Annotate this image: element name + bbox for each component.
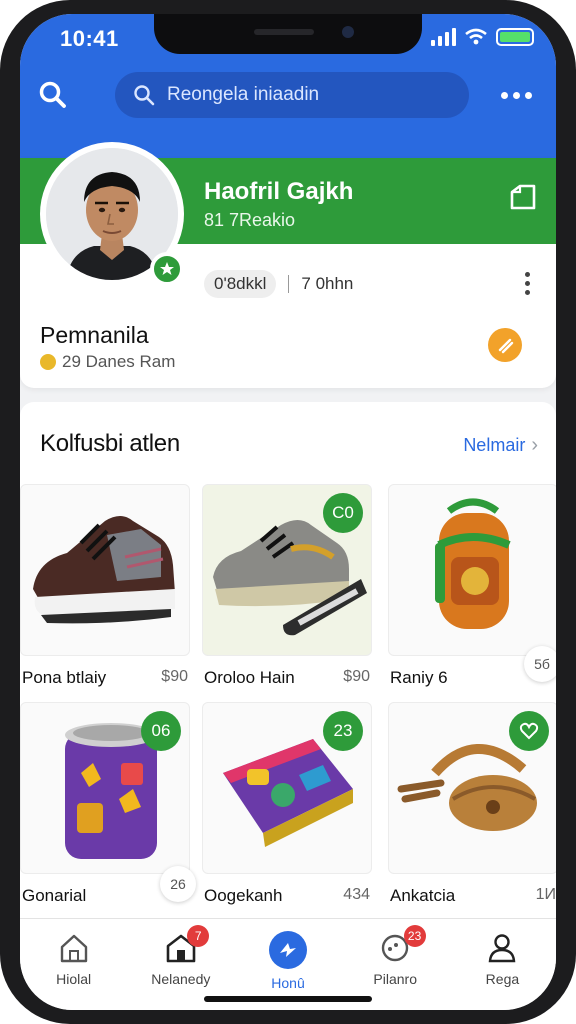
phone-frame: 10:41 Reongela iniaadin Haofril Gajkh 81… <box>0 0 576 1024</box>
nav-item-profile[interactable]: Rega <box>449 919 556 1010</box>
search-field-icon <box>134 85 155 106</box>
product-image-bag <box>435 498 511 629</box>
profile-subtitle: 81 7Reakio <box>204 210 296 230</box>
house-icon <box>60 934 87 963</box>
status-icons <box>431 28 534 46</box>
section-title: Kolfusbi atlen <box>40 430 180 457</box>
profile-name: Haofril Gajkh <box>204 178 354 205</box>
status-time: 10:41 <box>60 26 119 51</box>
home-indicator[interactable] <box>204 996 372 1002</box>
notch <box>154 14 422 54</box>
profile-card: Haofril Gajkh 81 7Reakio 0'8dkkl 7 0hhn … <box>20 142 556 388</box>
product-image-shoe <box>33 516 175 624</box>
edit-profile-icon[interactable] <box>506 180 540 214</box>
notification-badge: 7 <box>187 925 210 947</box>
product-price: $90 <box>161 668 188 685</box>
chevron-right-icon: › <box>531 434 538 456</box>
product-name: Oroloo Hain <box>204 668 295 687</box>
stat-right[interactable]: 7 0hhn <box>301 274 353 294</box>
notification-badge: 23 <box>403 925 426 947</box>
profile-members: 29 Danes Ram <box>40 352 175 372</box>
product-card[interactable]: Ankatcia 1И <box>388 702 556 906</box>
wifi-icon <box>465 28 487 45</box>
search-icon[interactable] <box>38 80 68 110</box>
product-price: 434 <box>343 886 370 903</box>
product-price: 1И <box>535 886 556 903</box>
product-name: Pona btlaiy <box>22 668 107 687</box>
screen: 10:41 Reongela iniaadin Haofril Gajkh 81… <box>20 14 556 1010</box>
wishlist-count-badge[interactable]: 5б <box>524 646 556 682</box>
favorite-badge-icon[interactable] <box>509 711 549 751</box>
signal-icon <box>431 28 456 46</box>
verified-badge-icon <box>150 252 184 286</box>
product-card[interactable]: Pona btlaiy $90 <box>20 484 190 688</box>
profile-role: Pemnanila <box>40 322 149 348</box>
product-price: $90 <box>343 668 370 685</box>
product-name: Raniy 6 <box>390 668 448 687</box>
person-icon <box>489 934 516 963</box>
product-section: Kolfusbi atlen Nelmair › Pona btlaiy $90… <box>20 402 556 932</box>
product-card[interactable]: C0 Oroloo Hain $90 <box>202 484 372 688</box>
battery-icon <box>496 28 534 46</box>
search-bar[interactable]: Reongela iniaadin <box>115 72 469 118</box>
product-name: Oogekanh <box>204 886 283 905</box>
profile-stats: 0'8dkkl 7 0hhn <box>204 270 353 298</box>
product-badge: 06 <box>141 711 181 751</box>
nav-item-home[interactable]: Hiolal <box>20 919 127 1010</box>
stat-left[interactable]: 0'8dkkl <box>204 270 277 298</box>
see-all-link[interactable]: Nelmair › <box>463 434 538 457</box>
product-name: Ankatcia <box>390 886 456 905</box>
reward-badge-icon[interactable] <box>488 328 522 362</box>
coin-icon <box>40 354 56 370</box>
product-name: Gonarial <box>22 886 87 905</box>
wishlist-count-badge[interactable]: 26 <box>160 866 196 902</box>
compass-icon <box>269 931 307 969</box>
product-badge: C0 <box>323 493 363 533</box>
more-options-icon[interactable] <box>501 92 532 99</box>
profile-menu-icon[interactable] <box>525 272 530 295</box>
product-card[interactable]: 23 Oogekanh 434 <box>202 702 372 906</box>
search-input[interactable]: Reongela iniaadin <box>167 84 427 106</box>
product-badge: 23 <box>323 711 363 751</box>
